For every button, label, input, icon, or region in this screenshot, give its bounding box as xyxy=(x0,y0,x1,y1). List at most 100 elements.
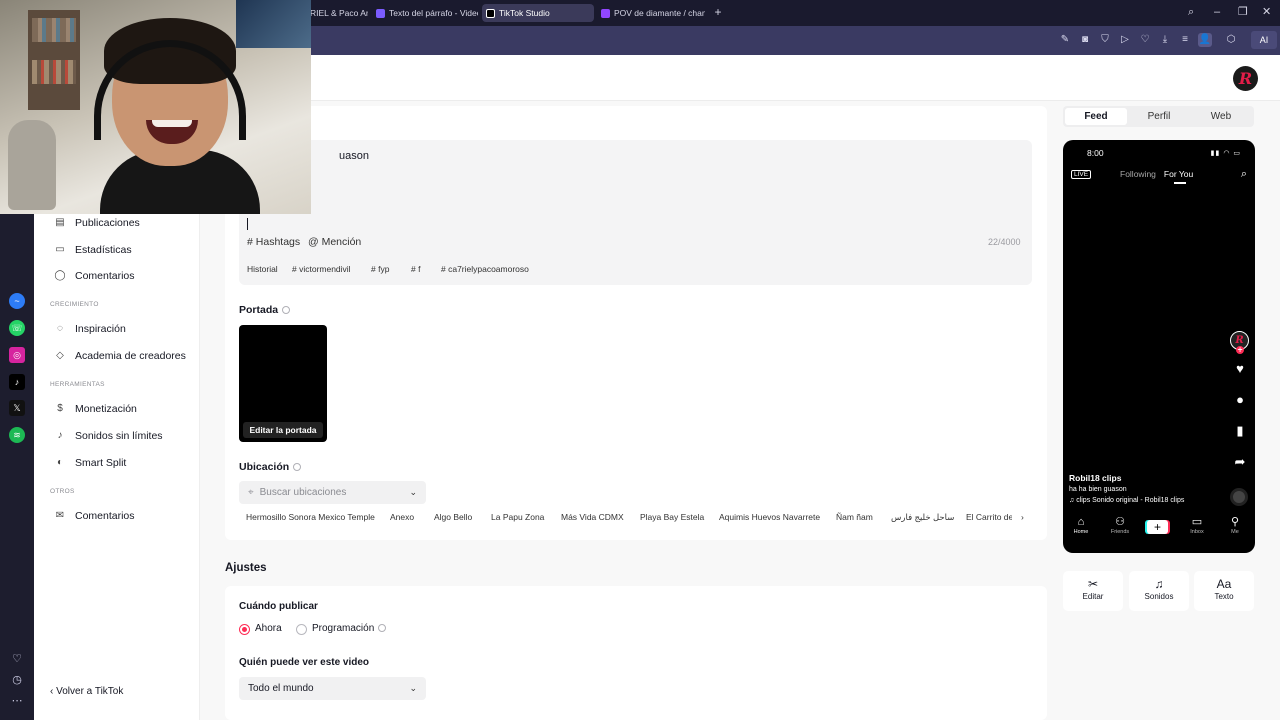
play-icon[interactable]: ▷ xyxy=(1118,33,1132,47)
hashtag-chip[interactable]: # f xyxy=(411,264,420,278)
chevron-right-icon[interactable]: › xyxy=(1021,512,1024,522)
clock-icon[interactable]: ◷ xyxy=(10,673,24,687)
location-chip[interactable]: Hermosillo Sonora Mexico Temple xyxy=(246,512,375,522)
sidebar-item-label: Comentarios xyxy=(75,270,135,282)
webcam-person-teeth xyxy=(152,120,192,127)
instagram-icon[interactable]: ◎ xyxy=(9,347,25,363)
spotify-icon[interactable]: ≋ xyxy=(9,427,25,443)
person-icon: ⚲ xyxy=(1230,516,1240,528)
location-label: Ubicación xyxy=(239,461,302,473)
heart-icon[interactable]: ♡ xyxy=(1138,33,1152,47)
sidebar-item-otros-comentarios[interactable]: ✉ Comentarios xyxy=(54,506,135,526)
sounds-tool-button[interactable]: ♫ Sonidos xyxy=(1129,571,1189,611)
cover-thumbnail[interactable]: Editar la portada xyxy=(239,325,327,442)
browser-tab-active[interactable]: TikTok Studio xyxy=(482,4,594,22)
location-chip[interactable]: Aquimis Huevos Navarrete xyxy=(719,512,820,522)
sidebar-item-monetizacion[interactable]: $ Monetización xyxy=(54,399,137,419)
sidebar-item-label: Comentarios xyxy=(75,510,135,522)
heart-icon[interactable]: ♡ xyxy=(10,652,24,666)
menu-icon[interactable]: ≡ xyxy=(1178,33,1192,47)
hashtags-label: Hashtags xyxy=(255,236,301,248)
tiktok-icon xyxy=(486,8,495,18)
more-icon[interactable]: ⋯ xyxy=(10,694,24,708)
live-icon: LIVE xyxy=(1071,170,1092,179)
sidebar-item-estadisticas[interactable]: ▭ Estadísticas xyxy=(54,240,131,260)
inbox-icon: ▭ xyxy=(1191,516,1203,528)
sidebar-item-smart-split[interactable]: ◐ Smart Split xyxy=(54,453,126,473)
edit-icon[interactable]: ✎ xyxy=(1058,33,1072,47)
preview-caption: ha ha bien guason xyxy=(1069,486,1127,493)
location-chip[interactable]: Más Vida CDMX xyxy=(561,512,624,522)
location-chip[interactable]: La Papu Zona xyxy=(491,512,544,522)
preview-mode-toggle: Feed Perfil Web xyxy=(1063,106,1254,127)
hashtags-button[interactable]: # Hashtags xyxy=(247,236,300,248)
whatsapp-icon[interactable]: ☏ xyxy=(9,320,25,336)
download-icon[interactable]: ⤓ xyxy=(1158,33,1172,47)
info-icon[interactable] xyxy=(378,624,387,632)
camera-icon[interactable]: ◙ xyxy=(1078,33,1092,47)
maximize-icon[interactable]: ❐ xyxy=(1238,6,1248,18)
location-search-input[interactable]: ⌖ Buscar ubicaciones ⌄ xyxy=(239,481,426,504)
description-text: uason xyxy=(339,150,369,162)
close-icon[interactable]: ✕ xyxy=(1262,6,1271,18)
tab-profile[interactable]: Perfil xyxy=(1128,108,1190,125)
tiktok-icon[interactable]: ♪ xyxy=(9,374,25,390)
visibility-value: Todo el mundo xyxy=(248,683,314,694)
schedule-label-text: Programación xyxy=(312,623,375,634)
edit-cover-button[interactable]: Editar la portada xyxy=(243,422,323,438)
twitch-icon xyxy=(601,8,610,18)
location-chip[interactable]: Algo Bello xyxy=(434,512,472,522)
location-chip[interactable]: El Carrito de xyxy=(966,512,1012,522)
minimize-icon[interactable]: – xyxy=(1214,6,1220,18)
location-chip[interactable]: Anexo xyxy=(390,512,414,522)
info-icon[interactable] xyxy=(293,463,302,471)
sidebar-item-sonidos[interactable]: ♪ Sonidos sin límites xyxy=(54,426,163,446)
chevron-down-icon: ⌄ xyxy=(409,683,417,693)
phone-nav-home: ⌂ Home xyxy=(1066,516,1096,535)
coin-icon: $ xyxy=(57,403,63,414)
location-pin-icon: ⌖ xyxy=(248,487,254,498)
hashtag-chip[interactable]: # ca7rielypacoamoroso xyxy=(441,264,529,278)
sidebar-item-academia[interactable]: ◇ Academia de creadores xyxy=(54,346,186,366)
location-chip[interactable]: ساحل خليج فارس xyxy=(891,512,954,523)
sidebar-item-comentarios[interactable]: ◯ Comentarios xyxy=(54,266,135,286)
mention-button[interactable]: @ Mención xyxy=(308,236,361,248)
sidebar-item-publicaciones[interactable]: ▤ Publicaciones xyxy=(54,213,140,233)
x-icon[interactable]: 𝕏 xyxy=(9,400,25,416)
text-tool-button[interactable]: Aa Texto xyxy=(1194,571,1254,611)
location-chip[interactable]: Playa Bay Estela xyxy=(640,512,704,522)
tab-feed[interactable]: Feed xyxy=(1065,108,1127,125)
new-tab-button[interactable]: + xyxy=(712,6,724,18)
hashtag-chip[interactable]: # victormendivil xyxy=(292,264,351,278)
browser-tab[interactable]: RIEL & Paco Am xyxy=(306,4,368,22)
schedule-radio[interactable] xyxy=(296,624,307,635)
profile-icon[interactable]: 👤 xyxy=(1198,33,1212,47)
info-icon[interactable] xyxy=(282,306,291,314)
avatar[interactable]: R xyxy=(1233,66,1258,91)
search-icon[interactable]: ⌕ xyxy=(1188,6,1194,18)
location-chip[interactable]: Ñam ñam xyxy=(836,512,873,522)
messenger-icon[interactable]: ~ xyxy=(9,293,25,309)
sidebar-item-inspiracion[interactable]: ◌ Inspiración xyxy=(54,319,126,339)
publish-now-radio[interactable] xyxy=(239,624,250,635)
edit-tool-button[interactable]: ✂ Editar xyxy=(1063,571,1123,611)
cover-label: Portada xyxy=(239,304,291,316)
tab-label: RIEL & Paco Am xyxy=(310,8,368,18)
schedule-label[interactable]: Programación xyxy=(312,623,387,634)
shield-icon[interactable]: ⛉ xyxy=(1098,33,1112,47)
phone-time: 8:00 xyxy=(1087,148,1104,158)
settings-title: Ajustes xyxy=(225,562,267,574)
cube-icon[interactable]: ⬡ xyxy=(1224,33,1238,47)
back-to-tiktok-link[interactable]: ‹ Volver a TikTok xyxy=(50,686,123,697)
publish-now-label[interactable]: Ahora xyxy=(255,623,282,634)
browser-tab[interactable]: POV de diamante / champ xyxy=(597,4,705,22)
visibility-select[interactable]: Todo el mundo ⌄ xyxy=(239,677,426,700)
music-disc-icon xyxy=(1230,488,1248,506)
tab-web[interactable]: Web xyxy=(1190,108,1252,125)
webcam-microphone xyxy=(8,120,56,210)
ai-button[interactable]: AI xyxy=(1251,31,1277,49)
hashtag-chip[interactable]: # fyp xyxy=(371,264,389,278)
browser-tab[interactable]: Texto del párrafo - Video xyxy=(372,4,478,22)
sidebar-item-label: Sonidos sin límites xyxy=(75,430,163,442)
history-chip[interactable]: Historial xyxy=(247,264,278,278)
